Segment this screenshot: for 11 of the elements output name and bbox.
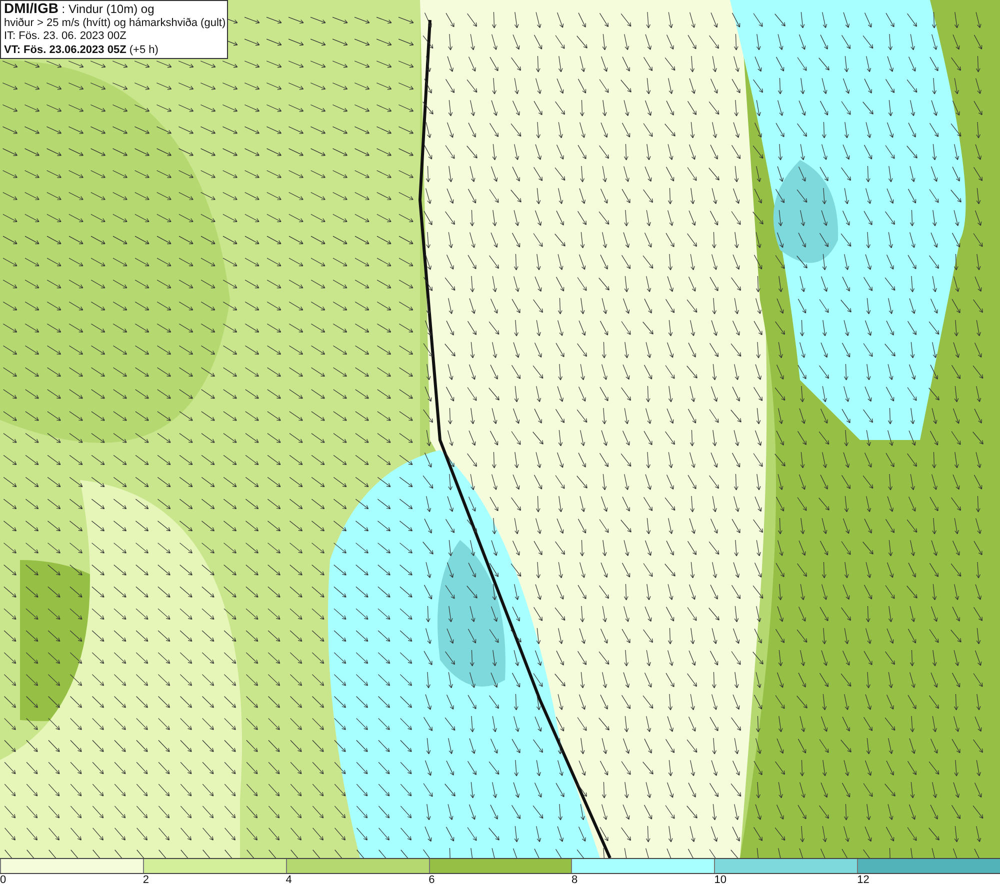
info-text: hviður > 25 m/s (hvítt) og hámarkshviða (gult) — [4, 16, 224, 30]
legend-tick-label: 0 — [0, 874, 6, 887]
legend-tick-label: 12 — [857, 874, 870, 887]
info-text: IT: Fös. 23. 06. 2023 00Z — [4, 30, 128, 44]
info-text: VT: Fös. 23.06.2023 05Z (+5 h) — [4, 44, 160, 57]
legend-tick-label: 8 — [571, 874, 578, 887]
legend-tick-label: 10 — [714, 874, 727, 887]
legend-tick-label: 4 — [286, 874, 292, 887]
legend-tick-label: 2 — [142, 874, 149, 887]
legend-tick-label: 6 — [428, 874, 435, 887]
info-text: DMI/IGB : Vindur (10m) og — [4, 2, 156, 16]
